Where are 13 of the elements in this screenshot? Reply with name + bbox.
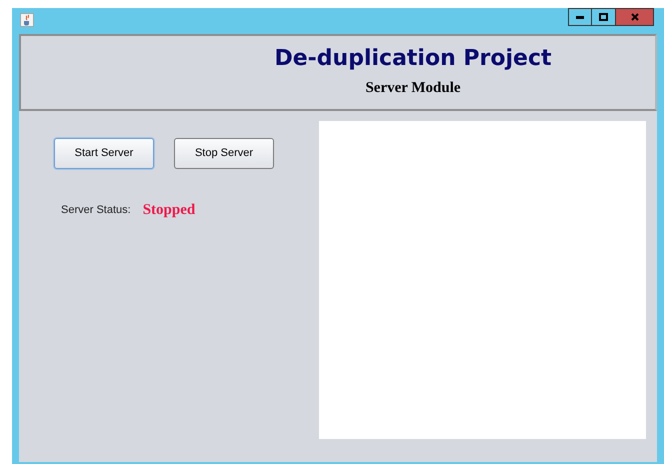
server-button[interactable]: Stop Server [174,138,274,169]
maximize-icon [599,13,608,21]
status-label: Server Status: [61,203,131,218]
minimize-icon [576,16,584,18]
module-subtitle: Server Module [365,79,461,98]
java-cup-icon [20,13,34,27]
close-icon [630,13,638,21]
close-button[interactable] [616,8,654,26]
minimize-button[interactable] [568,8,592,26]
project-title: De-duplication Project [274,45,552,73]
server-button[interactable]: Start Server [54,138,154,169]
maximize-button[interactable] [592,8,616,26]
status-value: Stopped [142,201,196,220]
